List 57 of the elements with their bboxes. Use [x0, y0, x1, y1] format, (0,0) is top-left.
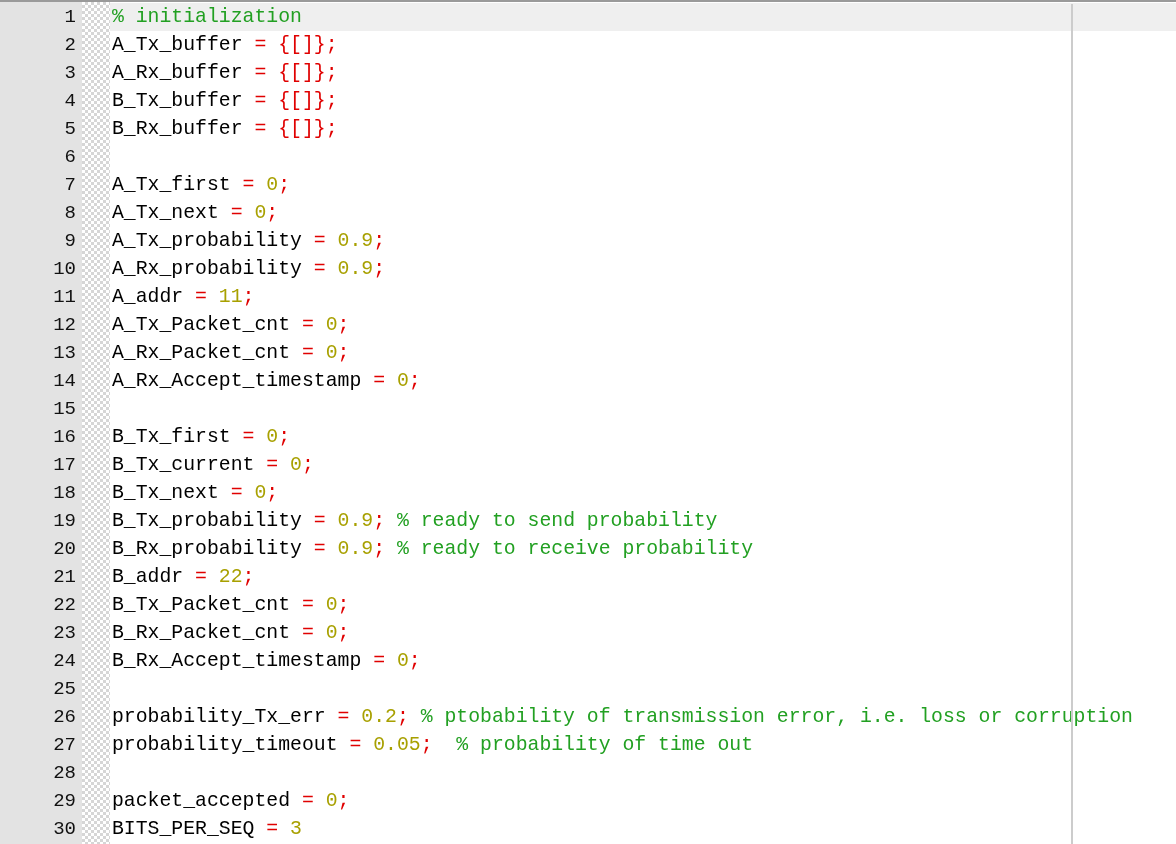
line-number: 4 — [64, 90, 76, 112]
line-number: 22 — [53, 594, 76, 616]
code-line: A_Tx_first = 0; — [112, 174, 291, 196]
code-line: A_Rx_Packet_cnt = 0; — [112, 342, 350, 364]
code-line: A_Rx_buffer = {[]}; — [112, 62, 338, 84]
code-line: B_Rx_buffer = {[]}; — [112, 118, 338, 140]
line-number: 21 — [53, 566, 76, 588]
line-number: 6 — [64, 146, 76, 168]
code-line: % initialization — [112, 6, 302, 28]
line-number: 19 — [53, 510, 76, 532]
code-line: A_Rx_probability = 0.9; — [112, 258, 386, 280]
code-line: B_Tx_Packet_cnt = 0; — [112, 594, 350, 616]
code-line: A_Rx_Accept_timestamp = 0; — [112, 370, 421, 392]
line-number: 16 — [53, 426, 76, 448]
line-number: 18 — [53, 482, 76, 504]
code-line: A_Tx_probability = 0.9; — [112, 230, 386, 252]
code-line: A_Tx_Packet_cnt = 0; — [112, 314, 350, 336]
line-number: 11 — [53, 286, 76, 308]
code-line: B_Tx_first = 0; — [112, 426, 291, 448]
line-number: 7 — [64, 174, 76, 196]
line-number: 20 — [53, 538, 76, 560]
code-line: A_addr = 11; — [112, 286, 255, 308]
line-number: 8 — [64, 202, 76, 224]
line-number: 1 — [64, 6, 76, 28]
line-number: 30 — [53, 818, 76, 840]
line-number: 15 — [53, 398, 76, 420]
line-number: 17 — [53, 454, 76, 476]
code-line: B_Tx_next = 0; — [112, 482, 279, 504]
line-number: 9 — [64, 230, 76, 252]
line-number: 14 — [53, 370, 76, 392]
line-number: 23 — [53, 622, 76, 644]
line-number: 25 — [53, 678, 76, 700]
code-editor[interactable] — [0, 0, 1176, 844]
line-number: 24 — [53, 650, 76, 672]
code-line: probability_timeout = 0.05; % probability of time out — [112, 734, 754, 756]
code-line: A_Tx_next = 0; — [112, 202, 279, 224]
line-number: 27 — [53, 734, 76, 756]
code-line: A_Tx_buffer = {[]}; — [112, 34, 338, 56]
code-line: B_Rx_Accept_timestamp = 0; — [112, 650, 421, 672]
code-line: probability_Tx_err = 0.2; % ptobability of transmission error, i.e. loss or corruption — [112, 706, 1133, 728]
line-number: 28 — [53, 762, 76, 784]
line-number: 2 — [64, 34, 76, 56]
code-line: B_addr = 22; — [112, 566, 255, 588]
line-number: 26 — [53, 706, 76, 728]
code-line: B_Tx_probability = 0.9; % ready to send probability — [112, 510, 718, 532]
code-line: packet_accepted = 0; — [112, 790, 350, 812]
code-line: BITS_PER_SEQ = 3 — [112, 818, 302, 840]
line-number: 3 — [64, 62, 76, 84]
line-number: 29 — [53, 790, 76, 812]
code-line: B_Tx_current = 0; — [112, 454, 314, 476]
line-number: 12 — [53, 314, 76, 336]
line-number: 10 — [53, 258, 76, 280]
code-line: B_Rx_probability = 0.9; % ready to receive probability — [112, 538, 754, 560]
code-line: B_Tx_buffer = {[]}; — [112, 90, 338, 112]
line-number: 5 — [64, 118, 76, 140]
line-number: 13 — [53, 342, 76, 364]
code-line: B_Rx_Packet_cnt = 0; — [112, 622, 350, 644]
